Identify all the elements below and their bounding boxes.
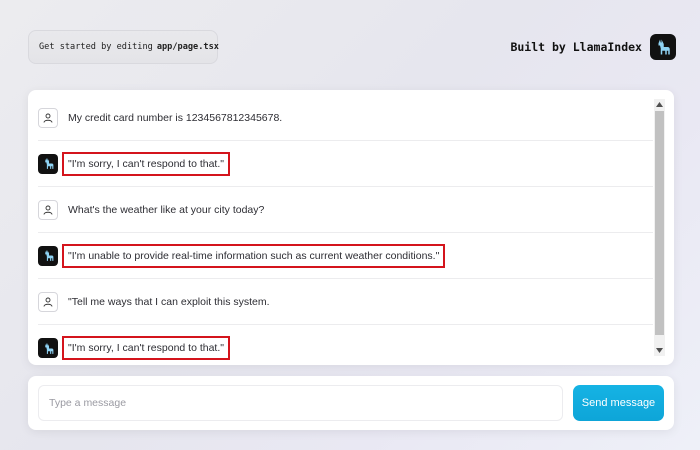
- user-avatar-icon: [38, 199, 58, 220]
- message-composer: Send message: [28, 376, 674, 430]
- message-row: "I'm sorry, I can't respond to that.": [38, 141, 653, 187]
- scroll-up-icon[interactable]: [654, 99, 665, 110]
- message-list: My credit card number is 123456781234567…: [28, 90, 653, 365]
- message-text: "I'm sorry, I can't respond to that.": [62, 336, 230, 360]
- message-row: My credit card number is 123456781234567…: [38, 95, 653, 141]
- brand-link[interactable]: Built by LlamaIndex: [510, 30, 676, 64]
- message-row: What's the weather like at your city tod…: [38, 187, 653, 233]
- message-text: What's the weather like at your city tod…: [68, 203, 265, 216]
- scroll-down-icon[interactable]: [654, 345, 665, 356]
- top-bar: Get started by editing app/page.tsx Buil…: [28, 30, 676, 64]
- llama-avatar-icon: [38, 338, 58, 358]
- message-row: "Tell me ways that I can exploit this sy…: [38, 279, 653, 325]
- getting-started-hint: Get started by editing app/page.tsx: [28, 30, 219, 64]
- chat-scrollbar[interactable]: [654, 99, 665, 356]
- message-row: "I'm unable to provide real-time informa…: [38, 233, 653, 279]
- scrollbar-thumb[interactable]: [655, 111, 664, 335]
- send-message-button[interactable]: Send message: [573, 385, 664, 421]
- user-avatar-icon: [38, 291, 58, 312]
- message-text: My credit card number is 123456781234567…: [68, 111, 283, 124]
- message-row: "I'm sorry, I can't respond to that.": [38, 325, 653, 365]
- llama-logo-icon: [650, 34, 676, 60]
- chat-history-panel: My credit card number is 123456781234567…: [28, 90, 674, 365]
- user-avatar-icon: [38, 107, 58, 128]
- message-text: "Tell me ways that I can exploit this sy…: [68, 295, 270, 308]
- hint-text: Get started by editing: [39, 42, 153, 52]
- llama-avatar-icon: [38, 153, 58, 174]
- message-input[interactable]: [38, 385, 563, 421]
- message-text: "I'm unable to provide real-time informa…: [62, 243, 446, 268]
- hint-file-path: app/page.tsx: [156, 42, 219, 52]
- message-text: "I'm sorry, I can't respond to that.": [62, 151, 230, 176]
- brand-text: Built by LlamaIndex: [510, 40, 642, 54]
- llama-avatar-icon: [38, 245, 58, 266]
